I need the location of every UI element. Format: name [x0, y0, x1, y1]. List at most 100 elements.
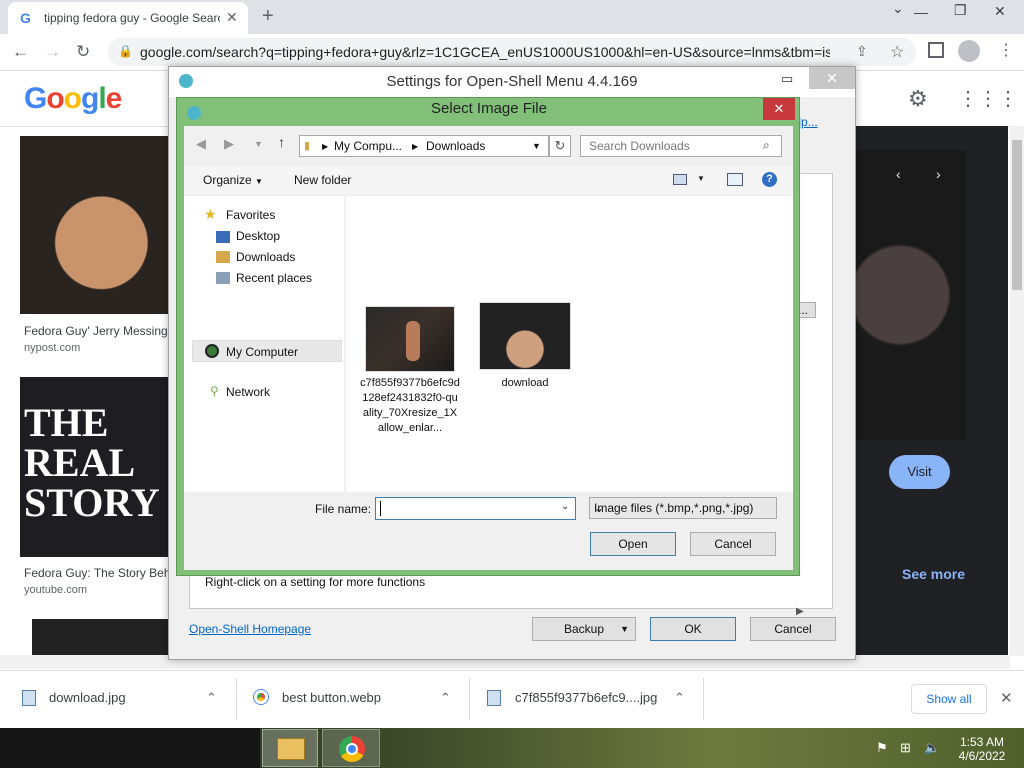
preview-pane-icon[interactable]: [727, 173, 743, 186]
result-caption-2[interactable]: Fedora Guy: The Story Beh: [24, 566, 168, 580]
new-folder-button[interactable]: New folder: [294, 173, 351, 187]
scrollbar-thumb[interactable]: [1012, 140, 1022, 290]
chevron-up-icon[interactable]: ⌃: [206, 690, 217, 706]
downloads-bar: [0, 670, 1024, 728]
breadcrumb-my-computer[interactable]: My Compu...: [334, 139, 402, 153]
next-chevron-icon[interactable]: ›: [936, 166, 941, 182]
settings-close-button[interactable]: ✕: [809, 67, 855, 89]
url-text[interactable]: google.com/search?q=tipping+fedora+guy&r…: [140, 44, 830, 60]
file-name-1[interactable]: c7f855f9377b6efc9d128ef2431832f0-quality…: [360, 376, 460, 436]
apps-grid-icon[interactable]: ⋮⋮⋮: [958, 86, 1018, 111]
dropdown-arrow-icon: ▼: [620, 624, 629, 634]
result-caption-1[interactable]: Fedora Guy' Jerry Messing: [24, 324, 168, 338]
address-breadcrumb[interactable]: ▮ ▶ My Compu... ▶ Downloads ▼: [299, 135, 549, 157]
recent-dropdown-icon[interactable]: ▼: [254, 139, 263, 149]
settings-cancel-button[interactable]: Cancel: [750, 617, 836, 641]
settings-minimize-button[interactable]: ▭: [781, 71, 793, 87]
nav-my-computer[interactable]: My Computer: [226, 345, 298, 359]
backup-button[interactable]: Backup ▼: [532, 617, 636, 641]
visit-button[interactable]: Visit: [889, 455, 950, 489]
gear-icon[interactable]: ⚙: [908, 86, 928, 112]
search-input[interactable]: Search Downloads ⌕: [580, 135, 782, 157]
taskbar-wallpaper-area: [0, 728, 260, 768]
file-explorer-taskbar-icon[interactable]: [262, 729, 318, 767]
file-thumbnail-1[interactable]: [365, 306, 455, 372]
lock-icon[interactable]: 🔒: [118, 44, 133, 58]
nav-downloads[interactable]: Downloads: [236, 250, 295, 264]
ok-button[interactable]: OK: [650, 617, 736, 641]
taskbar-clock[interactable]: 1:53 AM 4/6/2022: [958, 735, 1006, 763]
file-type-select[interactable]: Image files (*.bmp,*.png,*.jpg) ⌄: [589, 497, 777, 519]
share-icon[interactable]: ⇪: [856, 43, 868, 60]
google-logo-letter: e: [105, 82, 123, 115]
tab-search-chevron-icon[interactable]: ⌄: [892, 0, 904, 17]
dialog-close-button[interactable]: ✕: [763, 98, 795, 120]
address-dropdown-icon[interactable]: ▼: [532, 141, 541, 151]
see-more-link[interactable]: See more: [902, 566, 965, 582]
chrome-file-icon: [254, 690, 268, 704]
new-tab-button[interactable]: +: [262, 5, 274, 28]
file-name-input[interactable]: ⌄: [375, 497, 576, 520]
thumbnail-text-line: THE: [24, 400, 109, 445]
file-type-dropdown-icon[interactable]: ⌄: [594, 501, 604, 515]
back-arrow-icon[interactable]: ←: [12, 42, 29, 62]
close-downloads-icon[interactable]: ✕: [1000, 689, 1013, 707]
homepage-link[interactable]: Open-Shell Homepage: [189, 622, 311, 636]
refresh-button[interactable]: ↻: [549, 135, 571, 157]
chevron-up-icon[interactable]: ⌃: [440, 690, 451, 706]
help-icon[interactable]: ?: [762, 172, 777, 187]
downloads-folder-icon: [216, 251, 230, 263]
view-dropdown-icon[interactable]: ▼: [697, 174, 705, 183]
forward-arrow-icon[interactable]: →: [44, 42, 61, 62]
profile-avatar-icon[interactable]: [958, 40, 980, 62]
nav-my-computer-row[interactable]: My Computer: [192, 340, 342, 362]
prev-chevron-icon[interactable]: ‹: [896, 166, 901, 182]
chevron-up-icon[interactable]: ⌃: [674, 690, 685, 706]
file-thumbnail-2[interactable]: [479, 302, 571, 370]
file-name-2[interactable]: download: [475, 376, 575, 391]
result-image-1[interactable]: [20, 136, 168, 314]
browser-tab[interactable]: G tipping fedora guy - Google Search ✕: [8, 2, 248, 34]
network-tray-icon[interactable]: ⊞: [900, 740, 911, 756]
breadcrumb-separator-icon: ▶: [322, 142, 329, 151]
flag-icon[interactable]: ⚑: [876, 740, 888, 756]
download-item-3[interactable]: c7f855f9377b6efc9....jpg: [515, 690, 657, 705]
nav-network[interactable]: Network: [226, 385, 270, 399]
side-panel-icon[interactable]: [928, 42, 944, 58]
chrome-taskbar-icon[interactable]: [322, 729, 380, 767]
close-button[interactable]: ✕: [994, 3, 1006, 20]
restore-button[interactable]: ❐: [954, 2, 967, 19]
dialog-cancel-button[interactable]: Cancel: [690, 532, 776, 556]
volume-muted-icon[interactable]: 🔈: [924, 740, 940, 756]
back-arrow-icon[interactable]: ◀: [196, 136, 206, 152]
download-item-1[interactable]: download.jpg: [49, 690, 126, 705]
tab-close-icon[interactable]: ✕: [226, 9, 238, 26]
up-arrow-icon[interactable]: ↑: [278, 134, 285, 150]
breadcrumb-separator-icon: ▶: [412, 142, 419, 151]
google-logo[interactable]: Google: [24, 82, 123, 116]
image-file-icon: [22, 690, 36, 706]
download-separator: [469, 678, 470, 720]
address-bar[interactable]: 🔒 google.com/search?q=tipping+fedora+guy…: [108, 38, 916, 66]
result-image-2[interactable]: THE REAL STORY: [20, 377, 168, 557]
download-item-2[interactable]: best button.webp: [282, 690, 381, 705]
open-button[interactable]: Open: [590, 532, 676, 556]
file-name-dropdown-icon[interactable]: ⌄: [561, 501, 569, 512]
search-icon[interactable]: ⌕: [763, 138, 770, 153]
preview-image[interactable]: [856, 150, 966, 440]
menu-dots-icon[interactable]: ⋮: [998, 40, 1014, 60]
scroll-right-icon[interactable]: ▶: [796, 606, 804, 617]
view-options-icon[interactable]: [673, 174, 687, 185]
dialog-title: Select Image File: [431, 100, 547, 117]
breadcrumb-downloads[interactable]: Downloads: [426, 139, 485, 153]
minimize-button[interactable]: —: [914, 4, 928, 20]
reload-icon[interactable]: ↻: [76, 42, 90, 62]
organize-menu[interactable]: Organize ▼: [203, 173, 263, 187]
nav-recent-places[interactable]: Recent places: [236, 271, 312, 285]
nav-desktop[interactable]: Desktop: [236, 229, 280, 243]
forward-arrow-icon[interactable]: ▶: [224, 136, 234, 152]
result-image-3[interactable]: [32, 619, 168, 655]
nav-favorites[interactable]: Favorites: [226, 208, 275, 222]
bookmark-star-icon[interactable]: ☆: [890, 42, 904, 62]
show-all-button[interactable]: Show all: [911, 684, 987, 714]
